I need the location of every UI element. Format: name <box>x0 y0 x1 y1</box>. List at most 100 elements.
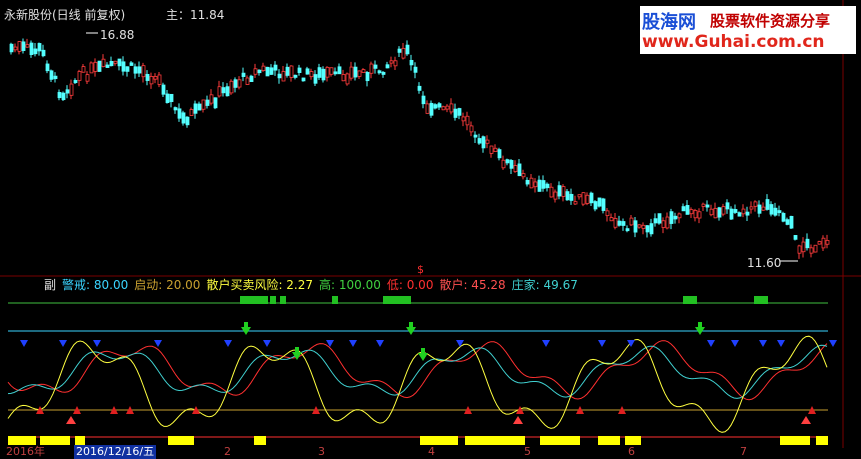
candle-body <box>29 42 34 55</box>
candle-body <box>405 44 410 55</box>
candle-body <box>481 136 486 149</box>
candle-body <box>157 74 162 85</box>
candle-body <box>549 186 554 198</box>
candle-body <box>413 66 418 73</box>
candle-body <box>529 177 534 189</box>
signal-bar <box>40 436 70 445</box>
candle-body <box>409 59 414 66</box>
candle-body <box>289 65 294 78</box>
candle-body <box>73 80 78 84</box>
candle-body <box>613 218 618 228</box>
candle-body <box>113 60 118 64</box>
candle-body <box>521 173 526 178</box>
candle-body <box>817 241 822 245</box>
candle-body <box>729 208 734 220</box>
candle-body <box>745 211 750 216</box>
candle-body <box>577 194 582 198</box>
candle-body <box>341 74 346 82</box>
candle-body <box>461 116 466 122</box>
candle-body <box>721 206 726 215</box>
candle-body <box>121 61 126 72</box>
dollar-marker: $ <box>417 263 424 276</box>
signal-bar <box>254 436 266 445</box>
candle-body <box>13 46 18 51</box>
candle-body <box>145 73 150 81</box>
candle-body <box>273 64 278 71</box>
candle-body <box>129 62 134 66</box>
candle-body <box>693 210 698 219</box>
candle-body <box>441 106 446 111</box>
candle-body <box>89 62 94 74</box>
candle-body <box>25 44 30 48</box>
candle-body <box>553 191 558 200</box>
signal-bar <box>780 436 810 445</box>
candle-body <box>701 203 706 207</box>
candle-body <box>489 145 494 154</box>
candle-body <box>41 49 46 57</box>
candle-body <box>321 68 326 81</box>
candle-body <box>569 193 574 201</box>
candle-body <box>801 241 806 253</box>
candle-body <box>761 206 766 211</box>
candle-body <box>301 77 306 82</box>
candle-body <box>189 109 194 116</box>
candle-body <box>117 58 122 67</box>
candle-body <box>261 65 266 71</box>
candle-body <box>105 64 110 68</box>
logo-brand: 股海网 <box>642 12 696 33</box>
candle-body <box>601 198 606 211</box>
candle-body <box>229 80 234 94</box>
candle-body <box>697 211 702 219</box>
candle-body <box>393 60 398 67</box>
signal-bar-top <box>754 296 768 304</box>
candle-body <box>565 191 570 201</box>
candle-body <box>533 181 538 188</box>
month-tick: 6 <box>628 445 635 458</box>
candle-body <box>789 215 794 229</box>
signal-bar <box>8 436 36 445</box>
candle-body <box>233 79 238 88</box>
sub-panel-label: 副 <box>44 278 57 292</box>
candle-body <box>621 221 626 226</box>
candle-body <box>821 237 826 249</box>
candle-body <box>449 103 454 113</box>
candle-body <box>21 41 26 51</box>
candle-body <box>749 206 754 210</box>
candle-body <box>169 93 174 103</box>
candle-body <box>477 138 482 144</box>
candle-body <box>61 92 66 101</box>
signal-bar-top <box>683 296 697 304</box>
candle-body <box>473 134 478 138</box>
candle-body <box>309 71 314 78</box>
candle-body <box>125 66 130 72</box>
signal-bar <box>540 436 580 445</box>
signal-bar <box>816 436 828 445</box>
candle-body <box>65 89 70 94</box>
candle-body <box>389 60 394 64</box>
logo-url: www.Guhai.com.cn <box>642 32 825 52</box>
stock-chart[interactable] <box>0 0 861 458</box>
candle-body <box>561 186 566 197</box>
candle-body <box>813 244 818 253</box>
candle-body <box>353 66 358 78</box>
candle-body <box>525 179 530 185</box>
candle-body <box>37 43 42 52</box>
candle-body <box>793 235 798 240</box>
candle-body <box>825 240 830 245</box>
date-cursor-label[interactable]: 2016/12/16/五 <box>74 445 157 459</box>
candle-body <box>329 67 334 75</box>
high-price-marker: 16.88 <box>100 28 135 42</box>
signal-bar-top <box>270 296 276 304</box>
candle-body <box>45 63 50 72</box>
candle-body <box>265 66 270 77</box>
candle-body <box>669 211 674 224</box>
legend-item: 散户: 45.28 <box>439 278 506 292</box>
legend-item: 警戒: 80.00 <box>62 278 129 292</box>
candle-body <box>345 73 350 85</box>
candle-body <box>53 75 58 80</box>
candle-body <box>277 73 282 79</box>
candle-body <box>513 165 518 172</box>
candle-body <box>493 147 498 153</box>
candle-body <box>629 217 634 226</box>
candle-body <box>173 107 178 111</box>
